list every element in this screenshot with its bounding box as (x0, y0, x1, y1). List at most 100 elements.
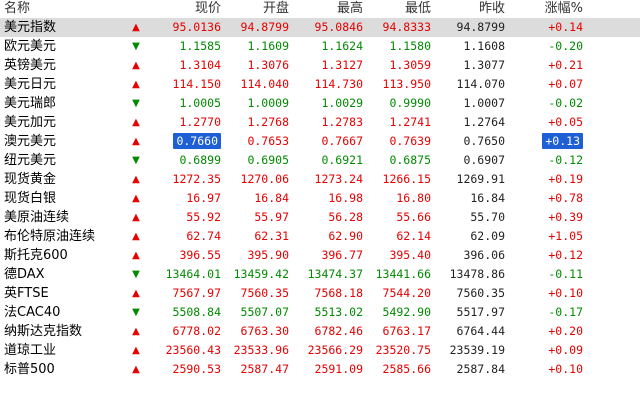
table-row[interactable]: 现货白银 ▲ 16.97 16.84 16.98 16.80 16.84 +0.78 (0, 189, 640, 208)
arrow-up-icon: ▲ (132, 250, 140, 261)
table-row[interactable]: 澳元美元 ▲ 0.7660 0.7653 0.7667 0.7639 0.7650 +0.13 (0, 132, 640, 151)
header-high[interactable]: 最高 (289, 0, 363, 18)
open-price: 1.1609 (247, 39, 289, 53)
change-pct: +0.10 (548, 362, 583, 376)
arrow-down-icon: ▼ (132, 155, 140, 166)
instrument-name: 美元加元 (4, 115, 57, 130)
change-pct: +0.09 (548, 343, 583, 357)
current-price: 1.1585 (179, 39, 221, 53)
high-price: 1.2783 (321, 115, 363, 129)
table-row[interactable]: 欧元美元 ▼ 1.1585 1.1609 1.1624 1.1580 1.1608 -0.20 (0, 37, 640, 56)
table-row[interactable]: 美元日元 ▲ 114.150 114.040 114.730 113.950 114.070… (0, 75, 640, 94)
low-price: 1266.15 (382, 172, 431, 186)
current-price: 7567.97 (172, 286, 221, 300)
low-price: 5492.90 (382, 305, 431, 319)
row-spacer (585, 189, 640, 208)
header-arrow-spacer (120, 0, 152, 18)
table-row[interactable]: 纽元美元 ▼ 0.6899 0.6905 0.6921 0.6875 0.6907 -0.12 (0, 151, 640, 170)
prev-close-price: 23539.19 (449, 343, 505, 357)
change-pct: -0.11 (548, 267, 583, 281)
change-pct: -0.12 (548, 153, 583, 167)
low-price: 94.8333 (382, 20, 431, 34)
low-price: 0.7639 (389, 134, 431, 148)
high-price: 396.77 (321, 248, 363, 262)
low-price: 1.3059 (389, 58, 431, 72)
header-open[interactable]: 开盘 (221, 0, 289, 18)
instrument-name: 标普500 (4, 362, 55, 377)
arrow-up-icon: ▲ (132, 231, 140, 242)
header-low[interactable]: 最低 (363, 0, 431, 18)
low-price: 2585.66 (382, 362, 431, 376)
arrow-up-icon: ▲ (132, 174, 140, 185)
table-row[interactable]: 现货黄金 ▲ 1272.35 1270.06 1273.24 1266.15 1269.91… (0, 170, 640, 189)
change-pct: +0.21 (548, 58, 583, 72)
low-price: 7544.20 (382, 286, 431, 300)
prev-close-price: 1.3077 (463, 58, 505, 72)
header-change-pct[interactable]: 涨幅% (505, 0, 585, 18)
prev-close-price: 0.6907 (463, 153, 505, 167)
instrument-name: 澳元美元 (4, 134, 57, 149)
current-price: 0.7660 (152, 132, 221, 151)
arrow-up-icon: ▲ (132, 60, 140, 71)
instrument-name: 美元指数 (4, 20, 57, 35)
table-row[interactable]: 英FTSE ▲ 7567.97 7560.35 7568.18 7544.20 7560.3… (0, 284, 640, 303)
table-row[interactable]: 美元加元 ▲ 1.2770 1.2768 1.2783 1.2741 1.2764 +0.05 (0, 113, 640, 132)
table-row[interactable]: 布伦特原油连续 ▲ 62.74 62.31 62.90 62.14 62.09 +1.05 (0, 227, 640, 246)
current-price: 1.3104 (179, 58, 221, 72)
table-row[interactable]: 美元瑞郎 ▼ 1.0005 1.0009 1.0029 0.9990 1.0007 -0.02 (0, 94, 640, 113)
open-price: 1.0009 (247, 96, 289, 110)
instrument-name: 美元瑞郎 (4, 96, 57, 111)
table-row[interactable]: 法CAC40 ▼ 5508.84 5507.07 5513.02 5492.90 5517.… (0, 303, 640, 322)
table-row[interactable]: 标普500 ▲ 2590.53 2587.47 2591.09 2585.66 2587.8… (0, 360, 640, 379)
arrow-up-icon: ▲ (132, 117, 140, 128)
open-price: 55.97 (254, 210, 289, 224)
open-price: 62.31 (254, 229, 289, 243)
row-spacer (585, 113, 640, 132)
current-price: 1.0005 (179, 96, 221, 110)
instrument-name: 法CAC40 (4, 305, 61, 320)
high-price: 0.6921 (321, 153, 363, 167)
high-price: 2591.09 (314, 362, 363, 376)
prev-close-price: 114.070 (456, 77, 505, 91)
table-row[interactable]: 美元指数 ▲ 95.0136 94.8799 95.0846 94.8333 94.8799… (0, 18, 640, 37)
change-pct: +1.05 (548, 229, 583, 243)
header-name[interactable]: 名称 (0, 0, 120, 18)
high-price: 1273.24 (314, 172, 363, 186)
table-row[interactable]: 英镑美元 ▲ 1.3104 1.3076 1.3127 1.3059 1.3077 +0.21 (0, 56, 640, 75)
table-row[interactable]: 斯托克600 ▲ 396.55 395.90 396.77 395.40 396.06 +0.… (0, 246, 640, 265)
low-price: 0.6875 (389, 153, 431, 167)
arrow-down-icon: ▼ (132, 269, 140, 280)
header-current[interactable]: 现价 (152, 0, 221, 18)
low-price: 395.40 (389, 248, 431, 262)
open-price: 0.6905 (247, 153, 289, 167)
table-row[interactable]: 道琼工业 ▲ 23560.43 23533.96 23566.29 23520.75 235… (0, 341, 640, 360)
arrow-down-icon: ▼ (132, 307, 140, 318)
open-price: 2587.47 (240, 362, 289, 376)
arrow-up-icon: ▲ (132, 79, 140, 90)
prev-close-price: 5517.97 (456, 305, 505, 319)
arrow-up-icon: ▲ (132, 136, 140, 147)
change-pct: +0.39 (548, 210, 583, 224)
table-row[interactable]: 美原油连续 ▲ 55.92 55.97 56.28 55.66 55.70 +0.39 (0, 208, 640, 227)
table-header: 名称 现价 开盘 最高 最低 昨收 涨幅% (0, 0, 640, 18)
high-price: 13474.37 (307, 267, 363, 281)
low-price: 55.66 (396, 210, 431, 224)
current-price: 1.2770 (179, 115, 221, 129)
table-row[interactable]: 德DAX ▼ 13464.01 13459.42 13474.37 13441.66 134… (0, 265, 640, 284)
header-prev-close[interactable]: 昨收 (431, 0, 505, 18)
table-row[interactable]: 纳斯达克指数 ▲ 6778.02 6763.30 6782.46 6763.17 6764.… (0, 322, 640, 341)
high-price: 7568.18 (314, 286, 363, 300)
high-price: 5513.02 (314, 305, 363, 319)
current-price: 1272.35 (172, 172, 221, 186)
instrument-name: 现货白银 (4, 191, 57, 206)
change-pct: -0.17 (548, 305, 583, 319)
row-spacer (585, 341, 640, 360)
high-price: 62.90 (328, 229, 363, 243)
current-price: 55.92 (186, 210, 221, 224)
row-spacer (585, 265, 640, 284)
instrument-name: 英FTSE (4, 286, 49, 301)
instrument-name: 斯托克600 (4, 248, 68, 263)
open-price: 16.84 (254, 191, 289, 205)
prev-close-price: 55.70 (470, 210, 505, 224)
open-price: 7560.35 (240, 286, 289, 300)
